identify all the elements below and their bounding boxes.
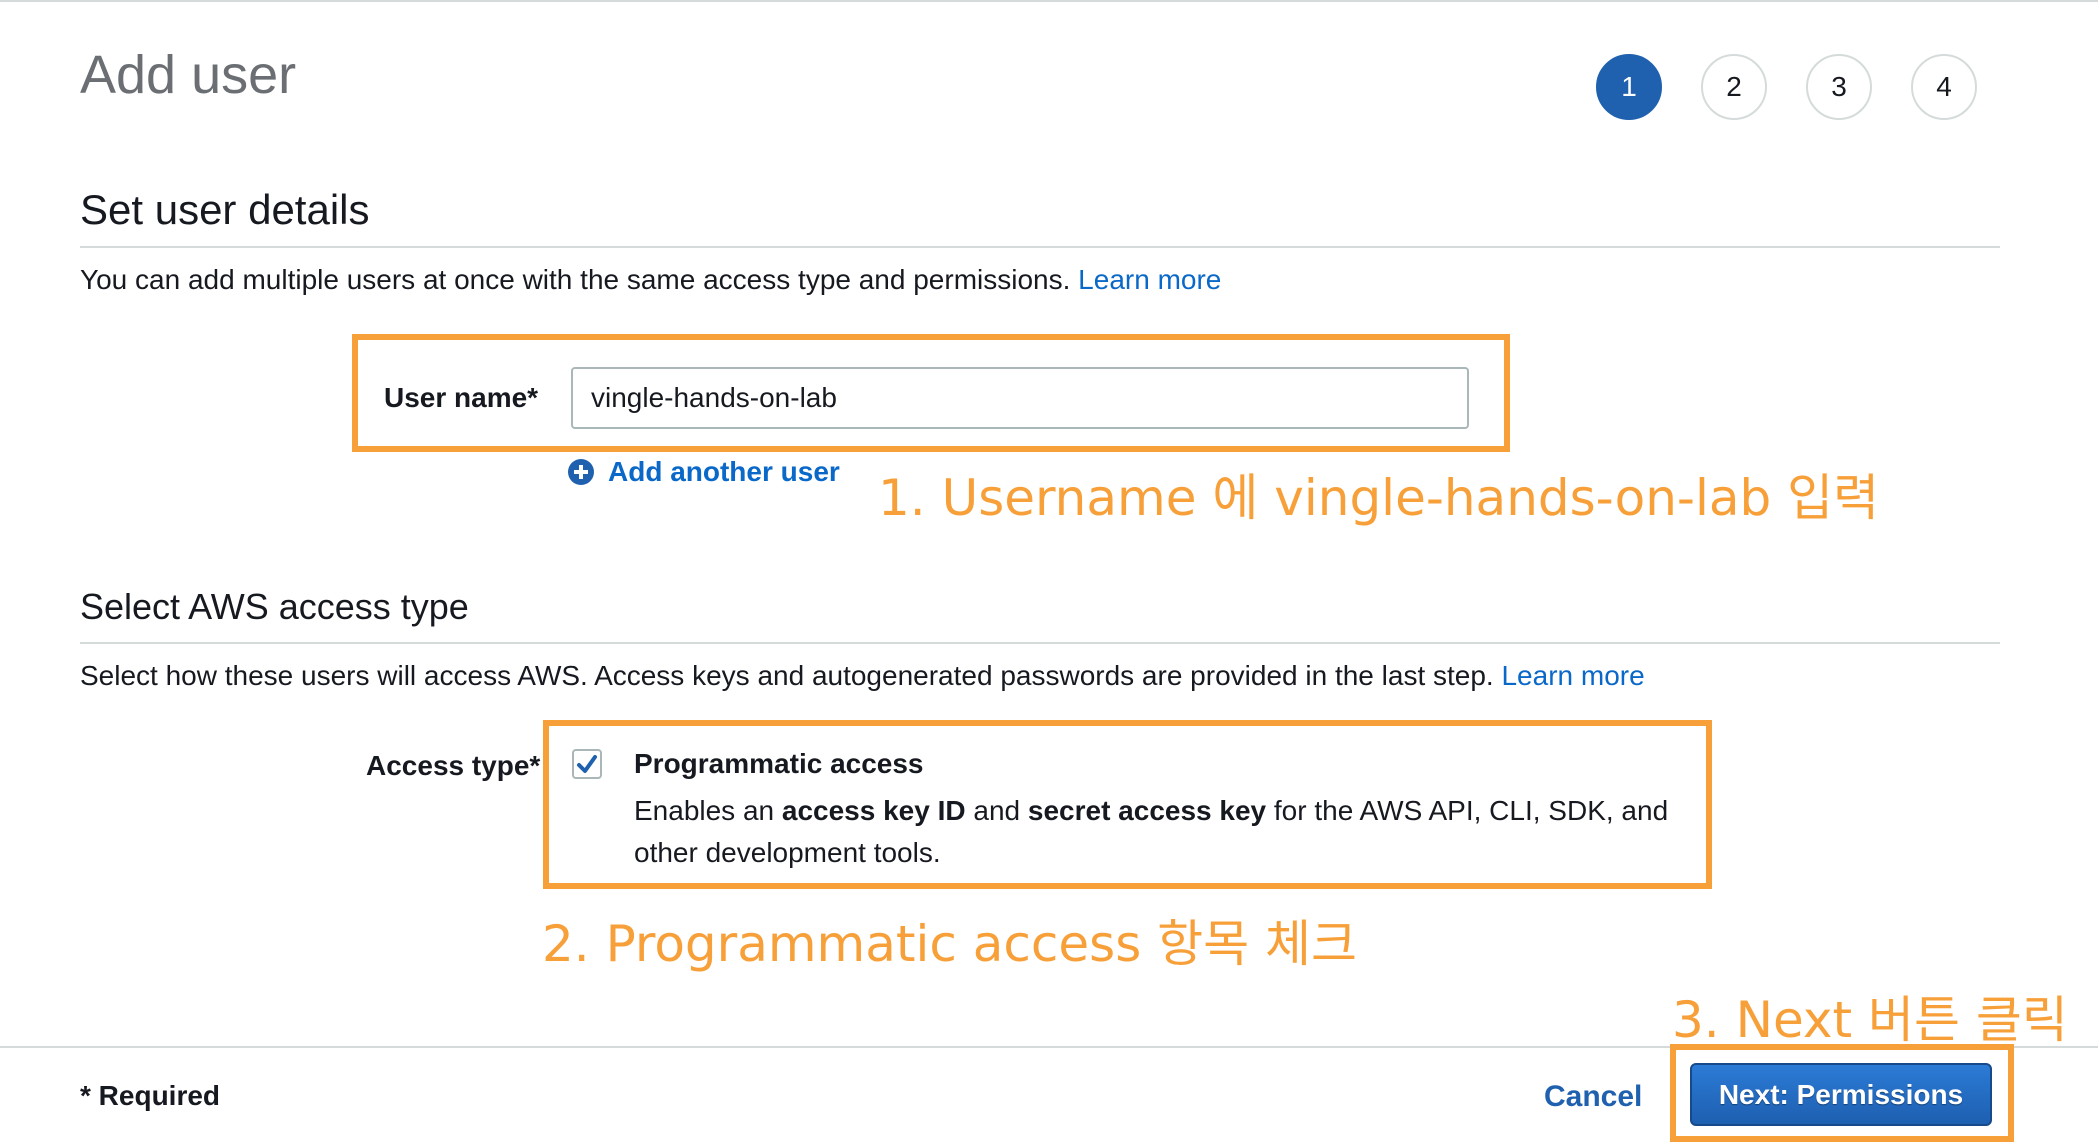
cancel-button[interactable]: Cancel (1544, 1080, 1642, 1114)
programmatic-access-description: Enables an access key ID and secret acce… (634, 790, 1724, 874)
desc-part1: Enables an (634, 795, 782, 826)
access-type-heading: Select AWS access type (80, 586, 469, 627)
page-title: Add user (80, 45, 297, 105)
desc-secret-access-key: secret access key (1027, 795, 1267, 826)
access-type-description: Select how these users will access AWS. … (80, 660, 1645, 692)
username-input[interactable] (571, 367, 1469, 429)
desc-part2: and (965, 795, 1028, 826)
step-indicator-2[interactable]: 2 (1701, 54, 1767, 120)
annotation-step2: 2. Programmatic access 항목 체크 (542, 915, 1358, 973)
programmatic-access-title: Programmatic access (634, 748, 924, 779)
user-details-description-text: You can add multiple users at once with … (80, 264, 1071, 295)
top-divider (0, 0, 2098, 2)
username-label: User name* (384, 382, 539, 413)
programmatic-access-checkbox[interactable] (572, 749, 602, 779)
user-details-learn-more-link[interactable]: Learn more (1078, 264, 1221, 295)
plus-circle-icon (568, 459, 594, 485)
annotation-step3: 3. Next 버튼 클릭 (1672, 991, 2068, 1049)
next-permissions-button[interactable]: Next: Permissions (1690, 1063, 1992, 1126)
user-details-divider (80, 246, 2000, 248)
access-type-divider (80, 642, 2000, 644)
add-another-user-label: Add another user (608, 456, 840, 487)
annotation-step1: 1. Username 에 vingle-hands-on-lab 입력 (878, 469, 1880, 527)
user-details-heading: Set user details (80, 186, 370, 233)
required-note: * Required (80, 1080, 221, 1111)
checkmark-icon (577, 755, 597, 773)
desc-access-key-id: access key ID (781, 795, 966, 826)
access-type-label: Access type* (366, 750, 541, 781)
add-another-user-button[interactable]: Add another user (568, 456, 840, 488)
step-indicator-3[interactable]: 3 (1806, 54, 1872, 120)
step-indicator-1[interactable]: 1 (1596, 54, 1662, 120)
access-type-learn-more-link[interactable]: Learn more (1501, 660, 1644, 691)
access-type-description-text: Select how these users will access AWS. … (80, 660, 1494, 691)
step-indicator-4[interactable]: 4 (1911, 54, 1977, 120)
user-details-description: You can add multiple users at once with … (80, 264, 1221, 296)
